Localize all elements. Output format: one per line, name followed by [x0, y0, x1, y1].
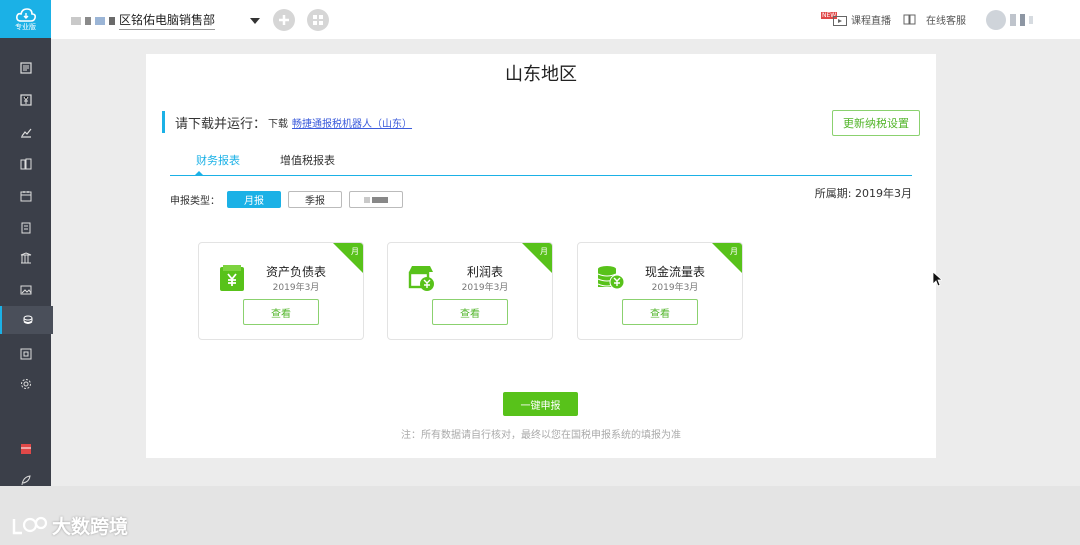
watermark-logo-icon	[12, 516, 48, 534]
sidebar-item-books[interactable]	[0, 150, 51, 178]
sidebar-item-ledger[interactable]	[0, 214, 51, 242]
bill-icon	[19, 94, 32, 106]
report-card-profit: 月 利润表 2019年3月 查看	[387, 242, 553, 340]
cloud-icon	[15, 7, 36, 22]
monthly-option[interactable]: 月报	[227, 191, 281, 208]
monthly-badge: 月	[540, 247, 548, 256]
books-icon	[20, 158, 31, 170]
sidebar-item-settings[interactable]	[0, 370, 51, 398]
blurred-text	[1010, 14, 1016, 26]
sidebar-item-calendar[interactable]	[0, 182, 51, 210]
book-icon	[903, 14, 916, 25]
avatar	[986, 10, 1006, 30]
gift-icon	[20, 444, 31, 454]
caret-down-icon	[250, 17, 261, 24]
sidebar-item-chart[interactable]	[0, 118, 51, 146]
report-name: 资产负债表	[265, 265, 326, 279]
quarterly-option[interactable]: 季报	[288, 191, 342, 208]
plus-icon	[279, 15, 289, 25]
download-prefix: 请下载并运行：	[175, 116, 267, 132]
main-panel: 山东地区 请下载并运行： 下载 畅捷通报税机器人（山东） 更新纳税设置 财务报表…	[146, 54, 936, 458]
apps-button[interactable]	[307, 9, 329, 31]
blurred-text	[1020, 14, 1025, 26]
user-menu[interactable]	[986, 10, 1033, 30]
online-service-label: 在线客服	[926, 16, 966, 27]
sidebar-item-gift[interactable]	[0, 435, 51, 463]
company-name: 区铭佑电脑销售部	[119, 11, 216, 30]
blurred-text	[95, 16, 105, 25]
online-service-link[interactable]: 在线客服	[903, 12, 966, 27]
blurred-text	[71, 16, 81, 25]
brand-logo[interactable]: 专业版	[0, 0, 51, 38]
bottom-area	[0, 486, 1080, 545]
mouse-cursor-icon	[932, 271, 942, 287]
view-button[interactable]: 查看	[622, 299, 698, 325]
update-tax-settings-button[interactable]: 更新纳税设置	[832, 110, 920, 136]
report-name: 现金流量表	[644, 265, 705, 279]
sidebar-item-voucher[interactable]	[0, 54, 51, 82]
chart-icon	[20, 128, 31, 138]
blurred-text	[1029, 16, 1033, 24]
page-title: 山东地区	[505, 64, 577, 85]
live-course-label: 课程直播	[851, 16, 891, 27]
monthly-badge: 月	[730, 247, 738, 256]
report-name: 利润表	[466, 265, 503, 279]
company-selector[interactable]: 区铭佑电脑销售部	[71, 11, 261, 30]
report-date: 2019年3月	[461, 283, 509, 293]
active-tab-caret	[194, 171, 204, 176]
gear-icon	[20, 379, 31, 389]
sidebar: 专业版	[0, 0, 53, 486]
report-type-row: 申报类型： 月报 季报	[170, 191, 403, 208]
report-date: 2019年3月	[272, 283, 320, 293]
watermark: 大数跨境	[10, 512, 128, 539]
tab-financial[interactable]: 财务报表	[196, 152, 240, 168]
sidebar-item-bill[interactable]	[0, 86, 51, 114]
monthly-badge: 月	[351, 247, 359, 256]
report-icon	[20, 348, 31, 360]
tab-vat[interactable]: 增值税报表	[280, 152, 335, 168]
ledger-icon	[21, 222, 30, 234]
download-link[interactable]: 畅捷通报税机器人（山东）	[292, 115, 412, 130]
tax-icon	[23, 315, 32, 324]
add-button[interactable]	[273, 9, 295, 31]
image-icon	[20, 285, 31, 295]
hidden-option[interactable]	[349, 191, 403, 208]
building-icon	[20, 252, 31, 264]
period-label: 所属期: 2019年3月	[814, 187, 912, 200]
view-button[interactable]: 查看	[243, 299, 319, 325]
report-card-cashflow: 月 现金流量表 2019年3月 查看	[577, 242, 743, 340]
report-tabs: 财务报表 增值税报表	[170, 150, 912, 176]
feather-icon	[21, 475, 31, 486]
live-icon: NEW	[821, 11, 847, 26]
calendar-icon	[20, 191, 31, 202]
one-key-submit-button[interactable]: 一键申报	[503, 392, 578, 416]
sidebar-item-image[interactable]	[0, 276, 51, 304]
brand-label: 专业版	[15, 22, 36, 31]
disclaimer-note: 注：所有数据请自行核对，最终以您在国税申报系统的填报为准	[401, 430, 681, 441]
top-bar: 区铭佑电脑销售部 NEW 课程直播 在线客服	[51, 0, 1080, 39]
download-small: 下载	[268, 118, 289, 130]
live-course-link[interactable]: NEW 课程直播	[821, 11, 891, 27]
document-icon	[19, 62, 32, 74]
blurred-text	[109, 16, 115, 25]
report-date: 2019年3月	[651, 283, 699, 293]
blurred-text	[85, 16, 91, 25]
report-type-label: 申报类型：	[170, 196, 220, 207]
sidebar-item-assets[interactable]	[0, 244, 51, 272]
report-card-balance: 月 资产负债表 2019年3月 查看	[198, 242, 364, 340]
view-button[interactable]: 查看	[432, 299, 508, 325]
download-row: 请下载并运行： 下载 畅捷通报税机器人（山东）	[162, 111, 412, 133]
grid-icon	[313, 15, 323, 25]
sidebar-item-report[interactable]	[0, 340, 51, 368]
watermark-text: 大数跨境	[52, 516, 129, 538]
sidebar-item-tax[interactable]	[0, 306, 53, 334]
